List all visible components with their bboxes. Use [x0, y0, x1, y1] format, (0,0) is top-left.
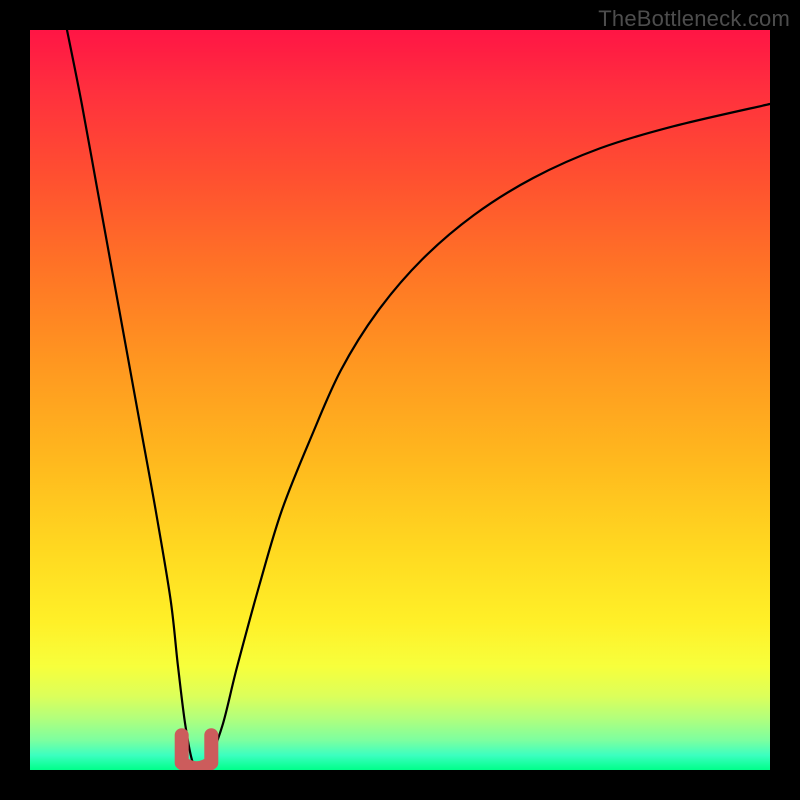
plot-area [30, 30, 770, 770]
chart-frame: TheBottleneck.com [0, 0, 800, 800]
trough-marker-path [182, 735, 212, 768]
bottleneck-curve-path [67, 30, 770, 767]
chart-svg [30, 30, 770, 770]
watermark-label: TheBottleneck.com [598, 6, 790, 32]
